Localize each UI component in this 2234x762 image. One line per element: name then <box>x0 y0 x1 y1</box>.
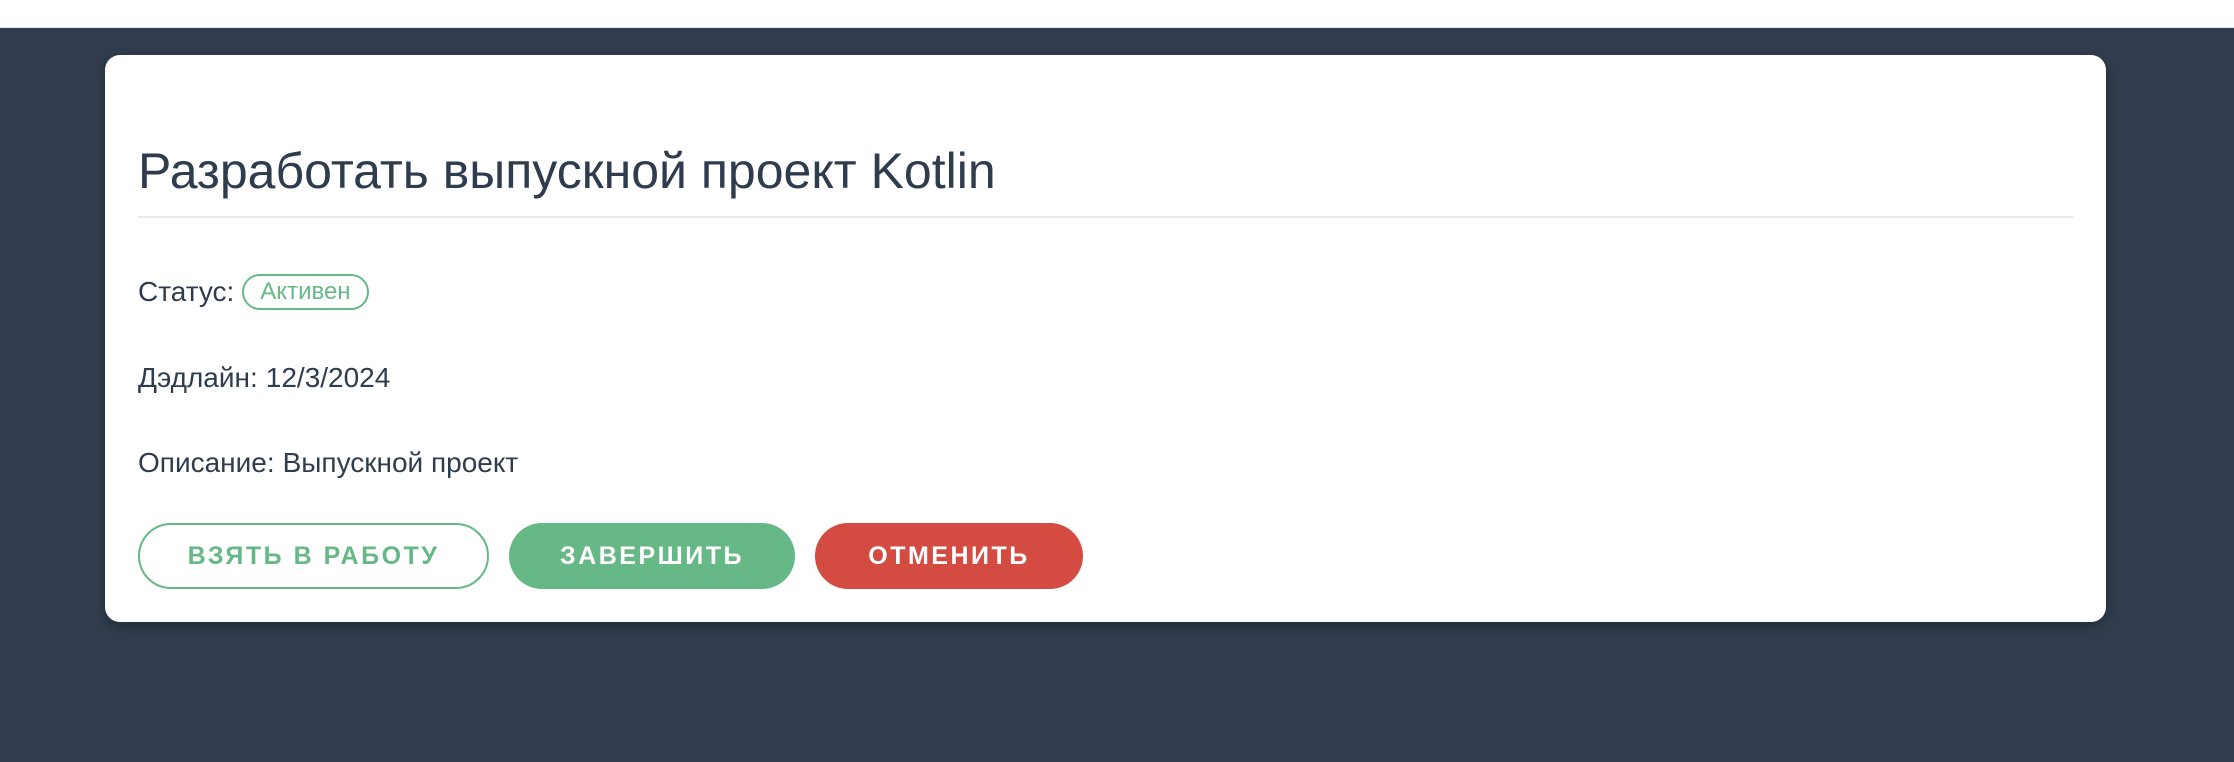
task-card: Разработать выпускной проект Kotlin Стат… <box>105 55 2106 622</box>
complete-button[interactable]: ЗАВЕРШИТЬ <box>509 523 795 589</box>
cancel-button[interactable]: ОТМЕНИТЬ <box>815 523 1083 589</box>
divider <box>138 216 2073 218</box>
deadline-value: 12/3/2024 <box>265 362 391 393</box>
status-badge: Активен <box>242 274 369 310</box>
status-row: Статус: Активен <box>138 274 369 310</box>
top-bar <box>0 0 2234 28</box>
deadline-label: Дэдлайн: <box>138 362 258 393</box>
task-title: Разработать выпускной проект Kotlin <box>138 143 996 199</box>
status-label: Статус: <box>138 276 235 307</box>
description-value: Выпускной проект <box>282 447 519 478</box>
description-row: Описание: Выпускной проект <box>138 445 518 481</box>
description-label: Описание: <box>138 447 275 478</box>
deadline-row: Дэдлайн: 12/3/2024 <box>138 360 390 396</box>
take-in-work-button[interactable]: ВЗЯТЬ В РАБОТУ <box>138 523 489 589</box>
